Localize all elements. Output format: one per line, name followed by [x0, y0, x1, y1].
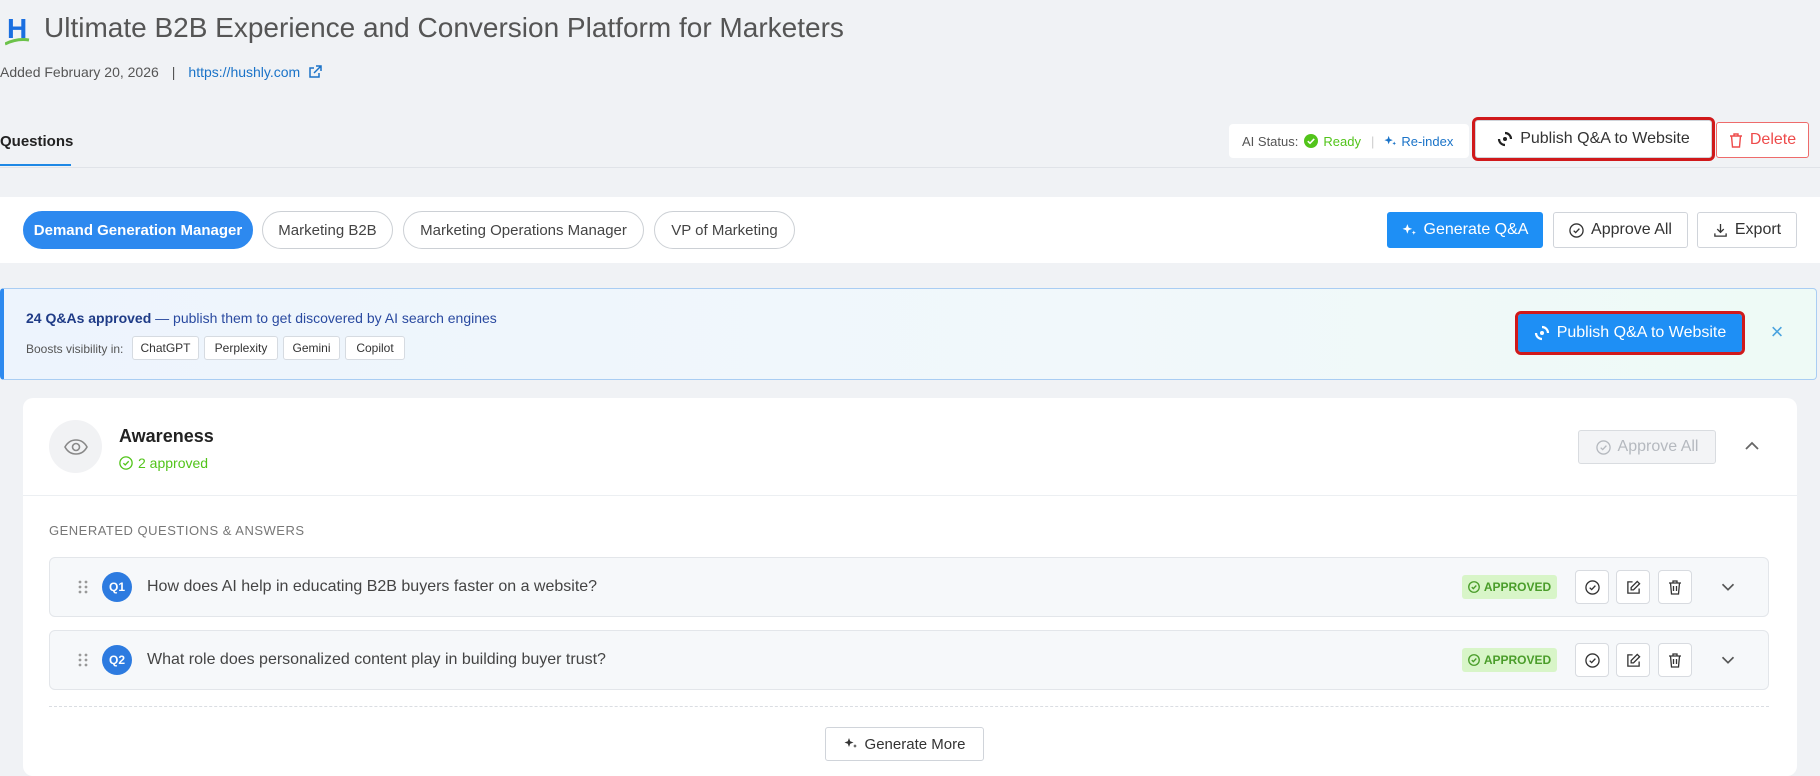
status-badge-text: APPROVED	[1483, 653, 1552, 667]
approved-count: 24 Q&As approved	[26, 310, 152, 326]
edit-question-button[interactable]	[1616, 570, 1650, 604]
generate-more-button[interactable]: Generate More	[825, 727, 984, 761]
engine-chip-chatgpt: ChatGPT	[132, 336, 199, 360]
question-text[interactable]: How does AI help in educating B2B buyers…	[147, 578, 597, 596]
section-divider	[23, 495, 1797, 496]
check-circle-icon	[1569, 222, 1584, 238]
page-title: Ultimate B2B Experience and Conversion P…	[44, 12, 844, 43]
ai-status-ready-text: Ready	[1323, 133, 1361, 149]
section-approve-all-label: Approve All	[1617, 438, 1699, 455]
question-text[interactable]: What role does personalized content play…	[147, 651, 606, 669]
reindex-label: Re-index	[1401, 133, 1454, 149]
edit-question-button[interactable]	[1616, 643, 1650, 677]
chevron-down-icon[interactable]	[1717, 576, 1739, 598]
trash-icon	[1729, 132, 1742, 148]
generate-label: Generate Q&A	[1423, 221, 1529, 238]
edit-icon	[1626, 579, 1641, 594]
eye-icon	[49, 420, 102, 473]
sparkle-icon	[1402, 223, 1416, 235]
tab-active-indicator	[0, 164, 71, 166]
engine-chip-perplexity: Perplexity	[204, 336, 278, 360]
generate-more-label: Generate More	[864, 735, 966, 753]
engine-chip-gemini: Gemini	[283, 336, 340, 360]
banner-message: 24 Q&As approved — publish them to get d…	[26, 310, 497, 326]
section-approve-all-button[interactable]: Approve All	[1578, 430, 1716, 464]
approve-question-button[interactable]	[1575, 643, 1609, 677]
added-date: Added February 20, 2026	[0, 64, 159, 80]
status-divider: |	[1370, 133, 1375, 149]
publish-icon	[1498, 131, 1513, 147]
check-circle-icon	[1304, 134, 1319, 148]
site-link[interactable]: https://hushly.com	[188, 64, 300, 80]
publish-qa-button-top[interactable]: Publish Q&A to Website	[1472, 117, 1715, 161]
status-badge-text: APPROVED	[1483, 580, 1552, 594]
drag-handle-icon[interactable]	[76, 653, 90, 667]
publish-qa-button-banner[interactable]: Publish Q&A to Website	[1515, 311, 1745, 355]
delete-label: Delete	[1749, 131, 1797, 148]
meta-separator: |	[171, 64, 176, 80]
chevron-down-icon[interactable]	[1717, 649, 1739, 671]
list-end-divider	[49, 706, 1769, 707]
approve-all-button[interactable]: Approve All	[1553, 212, 1688, 248]
ai-status-label: AI Status:	[1242, 133, 1299, 149]
check-circle-icon	[1595, 439, 1611, 455]
trash-icon	[1669, 652, 1681, 668]
close-icon[interactable]: ×	[1767, 321, 1787, 343]
hushly-logo: H	[4, 12, 33, 48]
status-badge: APPROVED	[1462, 575, 1557, 599]
status-badge: APPROVED	[1462, 648, 1557, 672]
approve-all-label: Approve All	[1591, 221, 1672, 238]
publish-label: Publish Q&A to Website	[1520, 130, 1690, 147]
export-button[interactable]: Export	[1697, 212, 1797, 248]
generated-qa-heading: GENERATED QUESTIONS & ANSWERS	[49, 523, 305, 538]
engine-chip-copilot: Copilot	[345, 336, 405, 360]
approved-text: 2 approved	[138, 455, 209, 471]
check-circle-icon	[1467, 581, 1480, 593]
delete-question-button[interactable]	[1658, 643, 1692, 677]
generate-qa-button[interactable]: Generate Q&A	[1387, 212, 1543, 248]
check-circle-icon	[1467, 654, 1480, 666]
sparkle-icon	[844, 738, 857, 748]
export-label: Export	[1734, 221, 1782, 238]
chevron-up-icon[interactable]	[1740, 434, 1764, 458]
ai-status-panel: AI Status: Ready | Re-index	[1229, 124, 1469, 158]
edit-icon	[1626, 652, 1641, 667]
question-number: Q2	[102, 645, 132, 675]
tab-questions[interactable]: Questions	[0, 133, 73, 150]
question-number: Q1	[102, 572, 132, 602]
approve-question-button[interactable]	[1575, 570, 1609, 604]
check-circle-icon	[119, 456, 133, 470]
delete-question-button[interactable]	[1658, 570, 1692, 604]
boost-label: Boosts visibility in:	[26, 342, 124, 356]
banner-text: — publish them to get discovered by AI s…	[151, 310, 497, 326]
trash-icon	[1669, 579, 1681, 595]
delete-button[interactable]: Delete	[1716, 122, 1809, 158]
persona-pill-marketing-ops[interactable]: Marketing Operations Manager	[403, 211, 644, 249]
persona-pill-vp-marketing[interactable]: VP of Marketing	[654, 211, 795, 249]
publish-icon	[1534, 325, 1549, 341]
reindex-button[interactable]: Re-index	[1384, 134, 1453, 149]
drag-handle-icon[interactable]	[76, 580, 90, 594]
persona-pill-marketing-b2b[interactable]: Marketing B2B	[262, 211, 393, 249]
section-approved-count: 2 approved	[119, 455, 208, 471]
section-title: Awareness	[119, 426, 214, 446]
tab-divider	[0, 167, 1820, 168]
persona-pill-demand-gen[interactable]: Demand Generation Manager	[23, 211, 253, 249]
ai-status-value: Ready	[1304, 134, 1361, 149]
publish-banner-label: Publish Q&A to Website	[1556, 324, 1727, 341]
check-circle-icon	[1584, 652, 1600, 668]
check-circle-icon	[1584, 579, 1600, 595]
download-icon	[1714, 223, 1727, 237]
external-link-icon[interactable]	[308, 65, 322, 82]
page-meta: Added February 20, 2026 | https://hushly.c…	[0, 64, 322, 82]
sparkle-icon	[1384, 135, 1397, 145]
